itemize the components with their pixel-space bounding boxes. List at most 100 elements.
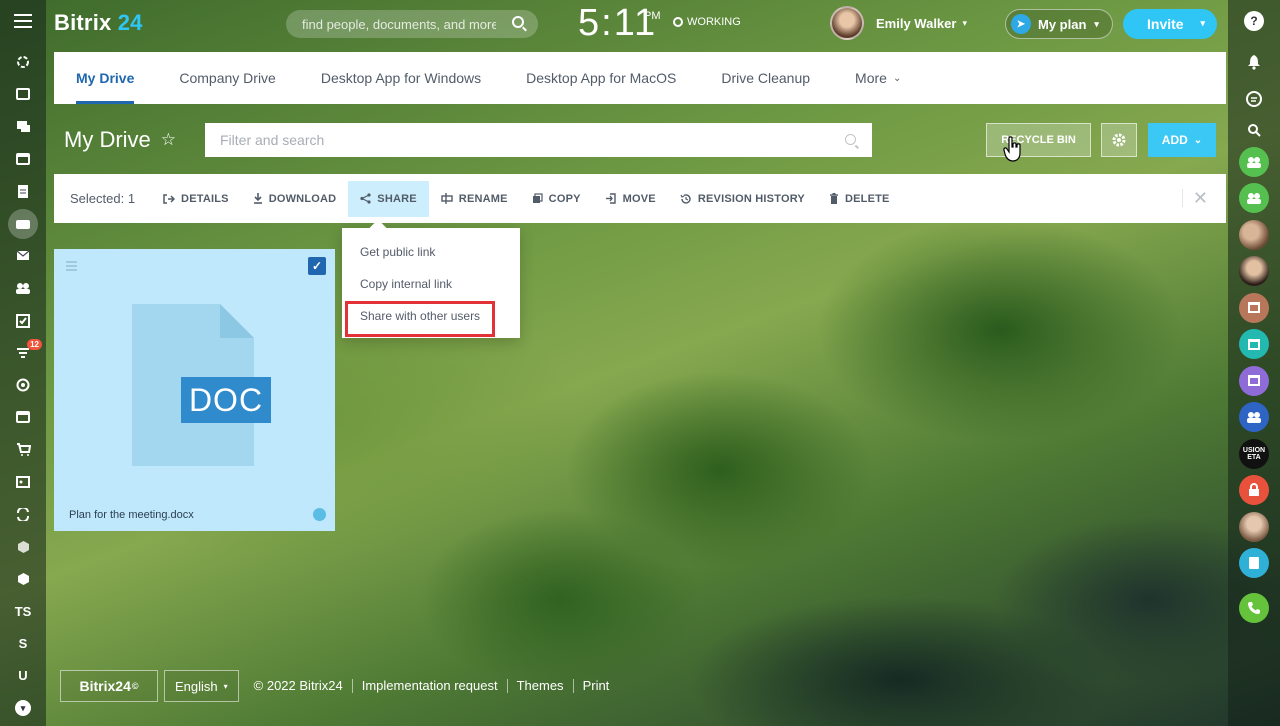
language-select[interactable]: English ▾	[164, 670, 239, 702]
work-status[interactable]: WORKING	[673, 16, 741, 28]
filter-search-input[interactable]	[205, 132, 805, 148]
fusion-chat-avatar[interactable]: USION ETA	[1239, 438, 1269, 469]
search-icon[interactable]	[845, 134, 856, 145]
user-menu[interactable]: Emily Walker ▾	[830, 6, 967, 40]
action-toolbar: Selected: 1 DETAILS DOWNLOAD SHARE RENAM…	[54, 174, 1226, 223]
share-with-other-users-item[interactable]: Share with other users	[342, 300, 520, 337]
calendar-chat-icon[interactable]	[1239, 292, 1269, 323]
invite-button[interactable]: Invite ▾	[1123, 9, 1217, 39]
revision-history-label: REVISION HISTORY	[697, 192, 805, 205]
file-tile[interactable]: ✓ DOC Plan for the meeting.docx	[54, 249, 335, 531]
filter-search[interactable]	[205, 123, 872, 157]
calendar-icon[interactable]	[0, 143, 46, 175]
tab-desktop-windows[interactable]: Desktop App for Windows	[321, 52, 481, 104]
footer-link-themes[interactable]: Themes	[508, 679, 574, 693]
share-dropdown: Get public link Copy internal link Share…	[342, 228, 520, 338]
documents-icon[interactable]	[0, 175, 46, 207]
user-avatar[interactable]	[1239, 219, 1269, 250]
contact-center-icon[interactable]	[1239, 548, 1269, 578]
delete-label: DELETE	[844, 192, 890, 205]
tile-menu-icon[interactable]	[66, 261, 77, 273]
feed-icon[interactable]	[0, 46, 46, 78]
rail-item-ts[interactable]: TS	[0, 595, 46, 627]
group-chat-icon[interactable]	[1239, 146, 1269, 177]
calendar-chat-icon[interactable]	[1239, 365, 1269, 396]
tab-drive-cleanup[interactable]: Drive Cleanup	[721, 52, 810, 104]
selection-checkbox[interactable]: ✓	[308, 257, 326, 275]
rename-button[interactable]: RENAME	[429, 181, 520, 217]
close-icon[interactable]: ✕	[1181, 189, 1208, 207]
delete-button[interactable]: DELETE	[817, 181, 902, 217]
download-icon	[253, 193, 262, 204]
my-plan-button[interactable]: ➤ My plan ▾	[1005, 9, 1113, 39]
shop-icon[interactable]	[0, 434, 46, 466]
shared-icon	[313, 508, 326, 521]
lock-icon[interactable]	[1239, 475, 1269, 505]
rail-item-s[interactable]: S	[0, 627, 46, 659]
calendar-chat-icon[interactable]	[1239, 329, 1269, 359]
add-button[interactable]: ADD ⌄	[1148, 123, 1216, 157]
automation-icon[interactable]	[0, 498, 46, 530]
get-public-link-item[interactable]: Get public link	[342, 236, 520, 268]
messages-icon[interactable]	[1239, 84, 1269, 114]
market-icon[interactable]	[0, 563, 46, 595]
tab-company-drive[interactable]: Company Drive	[179, 52, 275, 104]
chat-icon[interactable]	[0, 111, 46, 143]
recycle-bin-button[interactable]: RECYCLE BIN	[986, 123, 1091, 157]
notifications-bell-icon[interactable]	[1239, 47, 1269, 77]
expand-icon[interactable]: ▾	[0, 692, 46, 724]
tasks-icon[interactable]	[0, 304, 46, 336]
marketing-icon[interactable]	[0, 369, 46, 401]
revision-history-button[interactable]: REVISION HISTORY	[668, 181, 817, 217]
global-search[interactable]	[286, 10, 538, 38]
mail-icon[interactable]	[0, 240, 46, 272]
menu-icon[interactable]	[0, 0, 46, 46]
logo-number: 24	[117, 10, 143, 35]
phone-icon[interactable]	[1239, 592, 1269, 623]
footer-link-implementation[interactable]: Implementation request	[353, 679, 508, 693]
group-chat-icon[interactable]	[1239, 402, 1269, 432]
global-search-input[interactable]	[286, 16, 496, 32]
rail-item-u[interactable]: U	[0, 660, 46, 692]
tab-my-drive[interactable]: My Drive	[76, 52, 135, 104]
drive-icon[interactable]	[0, 207, 46, 239]
apps-icon[interactable]	[0, 530, 46, 562]
groups-icon[interactable]	[0, 272, 46, 304]
history-icon	[680, 193, 691, 204]
group-chat-icon[interactable]	[1239, 183, 1269, 213]
crm-icon[interactable]: 12	[0, 337, 46, 369]
details-button[interactable]: DETAILS	[151, 181, 241, 217]
star-icon[interactable]: ☆	[161, 130, 176, 150]
search-icon[interactable]	[1239, 120, 1269, 140]
settings-button[interactable]	[1101, 123, 1137, 157]
inbox-icon[interactable]	[0, 78, 46, 110]
app-logo[interactable]: Bitrix 24	[54, 10, 143, 36]
footer-logo-mark: ©	[131, 681, 139, 691]
add-label: ADD	[1161, 133, 1188, 147]
footer: Bitrix24 © English ▾ © 2022 Bitrix24 Imp…	[60, 670, 618, 702]
tab-desktop-macos[interactable]: Desktop App for MacOS	[526, 52, 676, 104]
tab-more-label: More	[855, 70, 887, 86]
chevron-down-icon[interactable]: ▾	[1200, 18, 1205, 29]
search-icon[interactable]	[512, 16, 524, 28]
right-sidebar: ? USION ETA	[1228, 0, 1280, 726]
download-button[interactable]: DOWNLOAD	[241, 181, 349, 217]
file-type-label: DOC	[181, 377, 271, 423]
move-button[interactable]: MOVE	[593, 181, 668, 217]
help-icon[interactable]: ?	[1244, 11, 1264, 31]
user-avatar[interactable]	[1239, 256, 1269, 286]
copy-internal-link-item[interactable]: Copy internal link	[342, 268, 520, 300]
file-name[interactable]: Plan for the meeting.docx	[69, 509, 194, 521]
footer-logo[interactable]: Bitrix24 ©	[60, 670, 158, 702]
clock[interactable]: 5:11 PM	[578, 2, 661, 45]
sites-icon[interactable]	[0, 401, 46, 433]
user-avatar[interactable]	[1239, 511, 1269, 542]
footer-link-print[interactable]: Print	[574, 679, 619, 693]
share-button[interactable]: SHARE	[348, 180, 429, 217]
tab-more[interactable]: More ⌄	[855, 52, 901, 104]
user-name: Emily Walker	[876, 15, 957, 31]
copy-button[interactable]: COPY	[520, 181, 593, 217]
contact-card-icon[interactable]	[0, 466, 46, 498]
chevron-down-icon: ⌄	[1193, 134, 1203, 146]
avatar[interactable]	[830, 6, 864, 40]
